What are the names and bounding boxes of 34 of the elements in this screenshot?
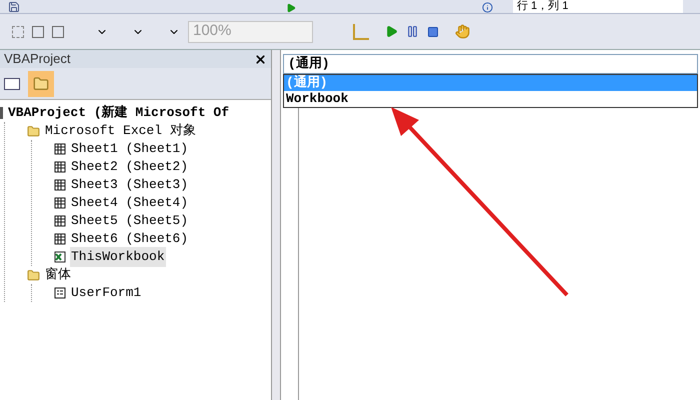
object-combo[interactable]: (通用) xyxy=(283,54,698,74)
sheet-icon xyxy=(54,233,66,245)
sheet-icon xyxy=(54,215,66,227)
cursor-position: 行 1，列 1 xyxy=(513,0,683,13)
folder-icon xyxy=(33,76,49,92)
stop-icon[interactable] xyxy=(427,26,439,38)
sheet-icon xyxy=(54,143,66,155)
save-icon[interactable] xyxy=(8,1,20,13)
tree-item[interactable]: Sheet4 (Sheet4) xyxy=(70,193,190,213)
tree-item[interactable]: 窗体 xyxy=(44,265,72,285)
folder-icon xyxy=(27,268,40,282)
run-icon[interactable] xyxy=(385,25,398,38)
form-icon xyxy=(54,287,66,299)
tree-item[interactable]: UserForm1 xyxy=(70,283,142,303)
dropdown-option[interactable]: Workbook xyxy=(284,91,697,107)
folder-icon xyxy=(27,124,40,138)
sheet-icon xyxy=(54,161,66,173)
sheet-icon xyxy=(54,179,66,191)
run-icon[interactable] xyxy=(286,3,296,13)
tree-item[interactable]: Sheet5 (Sheet5) xyxy=(70,211,190,231)
sheet-icon xyxy=(54,197,66,209)
tree-item[interactable]: Sheet2 (Sheet2) xyxy=(70,157,190,177)
pause-icon[interactable] xyxy=(406,25,419,38)
tree-item[interactable]: Sheet3 (Sheet3) xyxy=(70,175,190,195)
tree-item[interactable]: ThisWorkbook xyxy=(70,247,166,267)
info-icon[interactable] xyxy=(482,2,493,13)
tree-item[interactable]: Sheet1 (Sheet1) xyxy=(70,139,190,159)
tree-item[interactable]: Microsoft Excel 对象 xyxy=(44,121,197,141)
tree-item[interactable]: Sheet6 (Sheet6) xyxy=(70,229,190,249)
folder-toggle-button[interactable] xyxy=(28,70,54,96)
panel-title: VBAProject xyxy=(4,50,70,68)
close-icon[interactable] xyxy=(254,52,267,66)
workbook-icon xyxy=(54,251,66,263)
tree-item[interactable]: VBAProject (新建 Microsoft Of xyxy=(7,103,230,123)
